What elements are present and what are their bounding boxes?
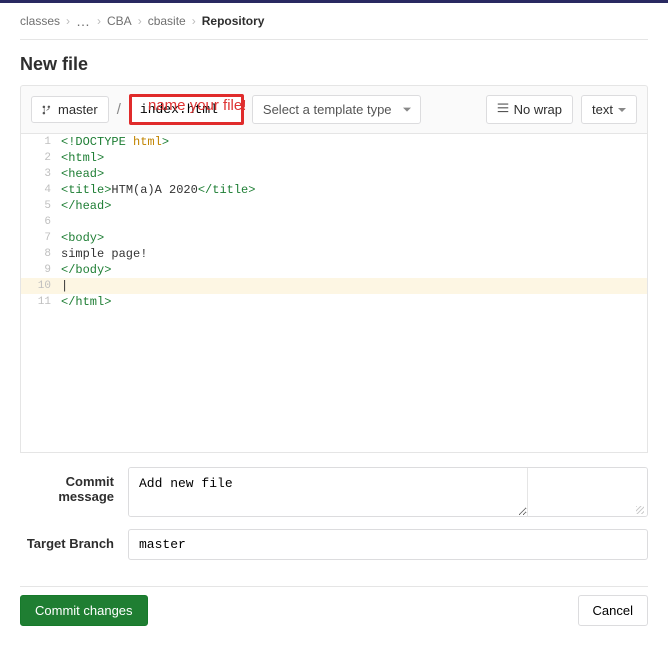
breadcrumb: classes › … › CBA › cbasite › Repository — [20, 3, 648, 40]
code-content[interactable]: <title>HTM(a)A 2020</title> — [61, 182, 647, 198]
code-line[interactable]: 4<title>HTM(a)A 2020</title> — [21, 182, 647, 198]
mode-button[interactable]: text — [581, 95, 637, 124]
line-number: 3 — [21, 166, 61, 182]
line-number: 4 — [21, 182, 61, 198]
code-editor[interactable]: 1<!DOCTYPE html>2<html>3<head>4<title>HT… — [20, 133, 648, 453]
nowrap-label: No wrap — [514, 102, 562, 117]
line-number: 7 — [21, 230, 61, 246]
line-number: 2 — [21, 150, 61, 166]
filename-input[interactable] — [129, 94, 244, 125]
code-content[interactable] — [61, 278, 647, 294]
breadcrumb-sep: › — [66, 14, 70, 28]
nowrap-button[interactable]: No wrap — [486, 95, 573, 124]
commit-message-input[interactable] — [129, 468, 527, 516]
code-content[interactable]: <body> — [61, 230, 647, 246]
target-branch-label: Target Branch — [20, 529, 128, 551]
chevron-down-icon — [618, 108, 626, 116]
breadcrumb-current: Repository — [202, 14, 265, 28]
line-number: 8 — [21, 246, 61, 262]
code-line[interactable]: 8simple page! — [21, 246, 647, 262]
line-number: 10 — [21, 278, 61, 294]
branch-icon — [42, 104, 52, 116]
code-content[interactable]: <html> — [61, 150, 647, 166]
line-number: 11 — [21, 294, 61, 310]
code-line[interactable]: 6 — [21, 214, 647, 230]
code-content[interactable]: simple page! — [61, 246, 647, 262]
code-line[interactable]: 11</html> — [21, 294, 647, 310]
line-number: 1 — [21, 134, 61, 150]
code-line[interactable]: 7<body> — [21, 230, 647, 246]
target-branch-input[interactable] — [128, 529, 648, 560]
line-number: 5 — [21, 198, 61, 214]
commit-form: Commit message Target Branch — [20, 453, 648, 586]
page-title: New file — [20, 54, 648, 75]
code-content[interactable]: </html> — [61, 294, 647, 310]
code-content[interactable] — [61, 214, 647, 230]
code-content[interactable]: </body> — [61, 262, 647, 278]
branch-name: master — [58, 102, 98, 117]
code-line[interactable]: 3<head> — [21, 166, 647, 182]
code-content[interactable]: <!DOCTYPE html> — [61, 134, 647, 150]
breadcrumb-overflow[interactable]: … — [76, 13, 91, 29]
line-number: 6 — [21, 214, 61, 230]
line-number: 9 — [21, 262, 61, 278]
code-line[interactable]: 9</body> — [21, 262, 647, 278]
breadcrumb-sep: › — [138, 14, 142, 28]
template-select[interactable]: Select a template type — [252, 95, 421, 124]
breadcrumb-item[interactable]: cbasite — [148, 14, 186, 28]
commit-message-label: Commit message — [20, 467, 128, 504]
code-content[interactable]: </head> — [61, 198, 647, 214]
breadcrumb-item[interactable]: CBA — [107, 14, 132, 28]
breadcrumb-item[interactable]: classes — [20, 14, 60, 28]
editor-toolbar: master / Select a template type No wrap … — [20, 85, 648, 133]
code-line[interactable]: 5</head> — [21, 198, 647, 214]
wrap-icon — [497, 102, 509, 117]
commit-side-panel — [527, 468, 647, 516]
code-line[interactable]: 2<html> — [21, 150, 647, 166]
code-line[interactable]: 1<!DOCTYPE html> — [21, 134, 647, 150]
branch-selector[interactable]: master — [31, 96, 109, 123]
mode-label: text — [592, 102, 613, 117]
form-actions: Commit changes Cancel — [20, 586, 648, 646]
code-content[interactable]: <head> — [61, 166, 647, 182]
path-separator: / — [117, 101, 121, 118]
breadcrumb-sep: › — [192, 14, 196, 28]
breadcrumb-sep: › — [97, 14, 101, 28]
code-line[interactable]: 10 — [21, 278, 647, 294]
